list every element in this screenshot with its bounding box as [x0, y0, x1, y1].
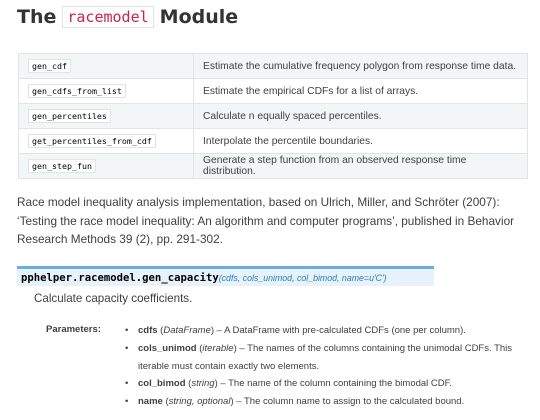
doc-page: The racemodel Module gen_cdf Estimate th…	[0, 0, 540, 420]
param-name: name	[138, 396, 163, 408]
param-name: cdfs	[138, 325, 158, 336]
param-name: cols_unimod	[138, 342, 197, 354]
param-type: DataFrame	[163, 325, 211, 336]
list-item: name (string, optional) – The column nam…	[124, 393, 529, 411]
param-type: iterable	[202, 342, 234, 354]
function-description: Estimate the cumulative frequency polygo…	[193, 53, 528, 79]
intro-paragraph: Race model inequality analysis implement…	[17, 195, 515, 246]
list-item: col_bimod (string) – The name of the col…	[124, 375, 529, 393]
param-name: col_bimod	[138, 378, 186, 390]
signature-name: pphelper.racemodel.gen_capacity	[21, 271, 219, 284]
table-row: gen_cdfs_from_list Estimate the empirica…	[18, 78, 528, 104]
function-link[interactable]: gen_cdfs_from_list	[28, 83, 126, 98]
table-row: get_percentiles_from_cdf Interpolate the…	[18, 128, 528, 154]
list-item: cdfs (DataFrame) – A DataFrame with pre-…	[124, 322, 529, 340]
signature-params: (cdfs, cols_unimod, col_bimod, name=u'C'…	[218, 272, 387, 283]
function-link[interactable]: get_percentiles_from_cdf	[28, 133, 156, 148]
function-link[interactable]: gen_cdf	[28, 58, 71, 73]
page-title: The racemodel Module	[17, 6, 238, 28]
parameters-list: cdfs (DataFrame) – A DataFrame with pre-…	[124, 322, 529, 411]
title-prefix: The	[17, 6, 57, 28]
function-summary-table: gen_cdf Estimate the cumulative frequenc…	[18, 53, 528, 179]
list-item: cols_unimod (iterable) – The names of th…	[124, 340, 529, 376]
function-description: Interpolate the percentile boundaries.	[193, 128, 528, 154]
module-name-code: racemodel	[62, 6, 154, 28]
function-link[interactable]: gen_step_fun	[28, 158, 96, 173]
function-link[interactable]: gen_percentiles	[28, 108, 111, 123]
table-row: gen_percentiles Calculate n equally spac…	[18, 103, 528, 129]
param-desc: The name of the column containing the bi…	[228, 378, 453, 390]
param-type: string	[191, 378, 215, 390]
table-row: gen_step_fun Generate a step function fr…	[18, 153, 528, 179]
function-description: Estimate the empirical CDFs for a list o…	[193, 78, 528, 104]
function-description: Generate a step function from an observe…	[193, 153, 528, 179]
param-desc: A DataFrame with pre-calculated CDFs (on…	[224, 325, 466, 336]
parameters-label: Parameters:	[46, 324, 101, 335]
function-signature[interactable]: pphelper.racemodel.gen_capacity (cdfs, c…	[17, 266, 434, 286]
param-desc: The column name to assign to the calcula…	[244, 396, 465, 408]
table-row: gen_cdf Estimate the cumulative frequenc…	[18, 53, 528, 79]
function-description-text: Calculate capacity coefficients.	[34, 292, 193, 305]
function-description: Calculate n equally spaced percentiles.	[193, 103, 528, 129]
param-type: string, optional	[168, 396, 231, 408]
title-suffix: Module	[159, 6, 239, 28]
